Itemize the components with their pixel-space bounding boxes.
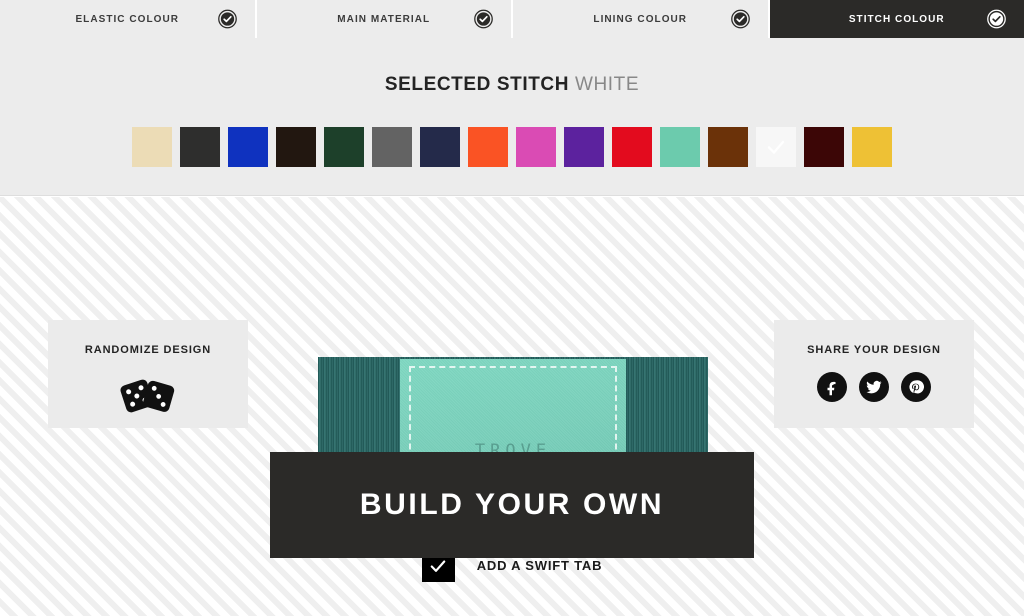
pinterest-icon[interactable] xyxy=(901,372,931,402)
colour-swatch-row xyxy=(0,127,1024,167)
tab-elastic-colour[interactable]: ELASTIC COLOUR xyxy=(0,0,257,38)
swatch-mint[interactable] xyxy=(660,127,700,167)
tab-lining-colour[interactable]: LINING COLOUR xyxy=(513,0,770,38)
swatch-charcoal[interactable] xyxy=(180,127,220,167)
share-design-title: SHARE YOUR DESIGN xyxy=(807,344,941,356)
tab-label: MAIN MATERIAL xyxy=(337,13,431,25)
banner-title: BUILD YOUR OWN xyxy=(359,488,665,521)
swatch-red[interactable] xyxy=(612,127,652,167)
swatch-white[interactable] xyxy=(756,127,796,167)
stitch-colour-selector: SELECTED STITCH WHITE xyxy=(0,38,1024,196)
swatch-navy[interactable] xyxy=(420,127,460,167)
tab-label: ELASTIC COLOUR xyxy=(75,13,180,25)
swatch-pink[interactable] xyxy=(516,127,556,167)
tab-main-material[interactable]: MAIN MATERIAL xyxy=(256,0,513,38)
swatch-yellow[interactable] xyxy=(852,127,892,167)
swatch-orange[interactable] xyxy=(468,127,508,167)
randomize-design-title: RANDOMIZE DESIGN xyxy=(84,344,212,356)
check-circle-icon xyxy=(987,9,1006,29)
dice-icon[interactable] xyxy=(48,372,248,416)
selected-stitch-heading: SELECTED STITCH WHITE xyxy=(0,74,1024,96)
check-icon xyxy=(756,127,796,167)
swatch-dark-brown[interactable] xyxy=(276,127,316,167)
tab-label: LINING COLOUR xyxy=(593,13,688,25)
social-buttons xyxy=(774,372,974,402)
swatch-grey[interactable] xyxy=(372,127,412,167)
twitter-icon[interactable] xyxy=(859,372,889,402)
facebook-icon[interactable] xyxy=(817,372,847,402)
selected-stitch-value: WHITE xyxy=(574,74,640,95)
build-your-own-configurator: ELASTIC COLOUR MAIN MATERIAL LINING COLO… xyxy=(0,0,1024,616)
build-your-own-banner[interactable]: BUILD YOUR OWN xyxy=(270,452,754,558)
tab-label: STITCH COLOUR xyxy=(848,13,945,25)
share-design-panel: SHARE YOUR DESIGN xyxy=(774,320,974,428)
add-swift-tab-label: ADD A SWIFT TAB xyxy=(476,558,603,573)
swatch-purple[interactable] xyxy=(564,127,604,167)
check-circle-icon xyxy=(730,9,750,29)
swatch-brown[interactable] xyxy=(708,127,748,167)
randomize-design-panel[interactable]: RANDOMIZE DESIGN xyxy=(48,320,248,428)
step-tabbar: ELASTIC COLOUR MAIN MATERIAL LINING COLO… xyxy=(0,0,1024,47)
product-stage: TROVE RANDOMIZE DESIGN SHARE YOUR DESIGN… xyxy=(0,197,1024,616)
selected-stitch-label: SELECTED STITCH xyxy=(384,74,570,95)
swatch-forest-green[interactable] xyxy=(324,127,364,167)
swatch-maroon[interactable] xyxy=(804,127,844,167)
swatch-cream[interactable] xyxy=(132,127,172,167)
swatch-royal-blue[interactable] xyxy=(228,127,268,167)
tab-stitch-colour[interactable]: STITCH COLOUR xyxy=(769,0,1024,47)
check-circle-icon xyxy=(474,9,493,29)
check-circle-icon xyxy=(217,9,237,29)
